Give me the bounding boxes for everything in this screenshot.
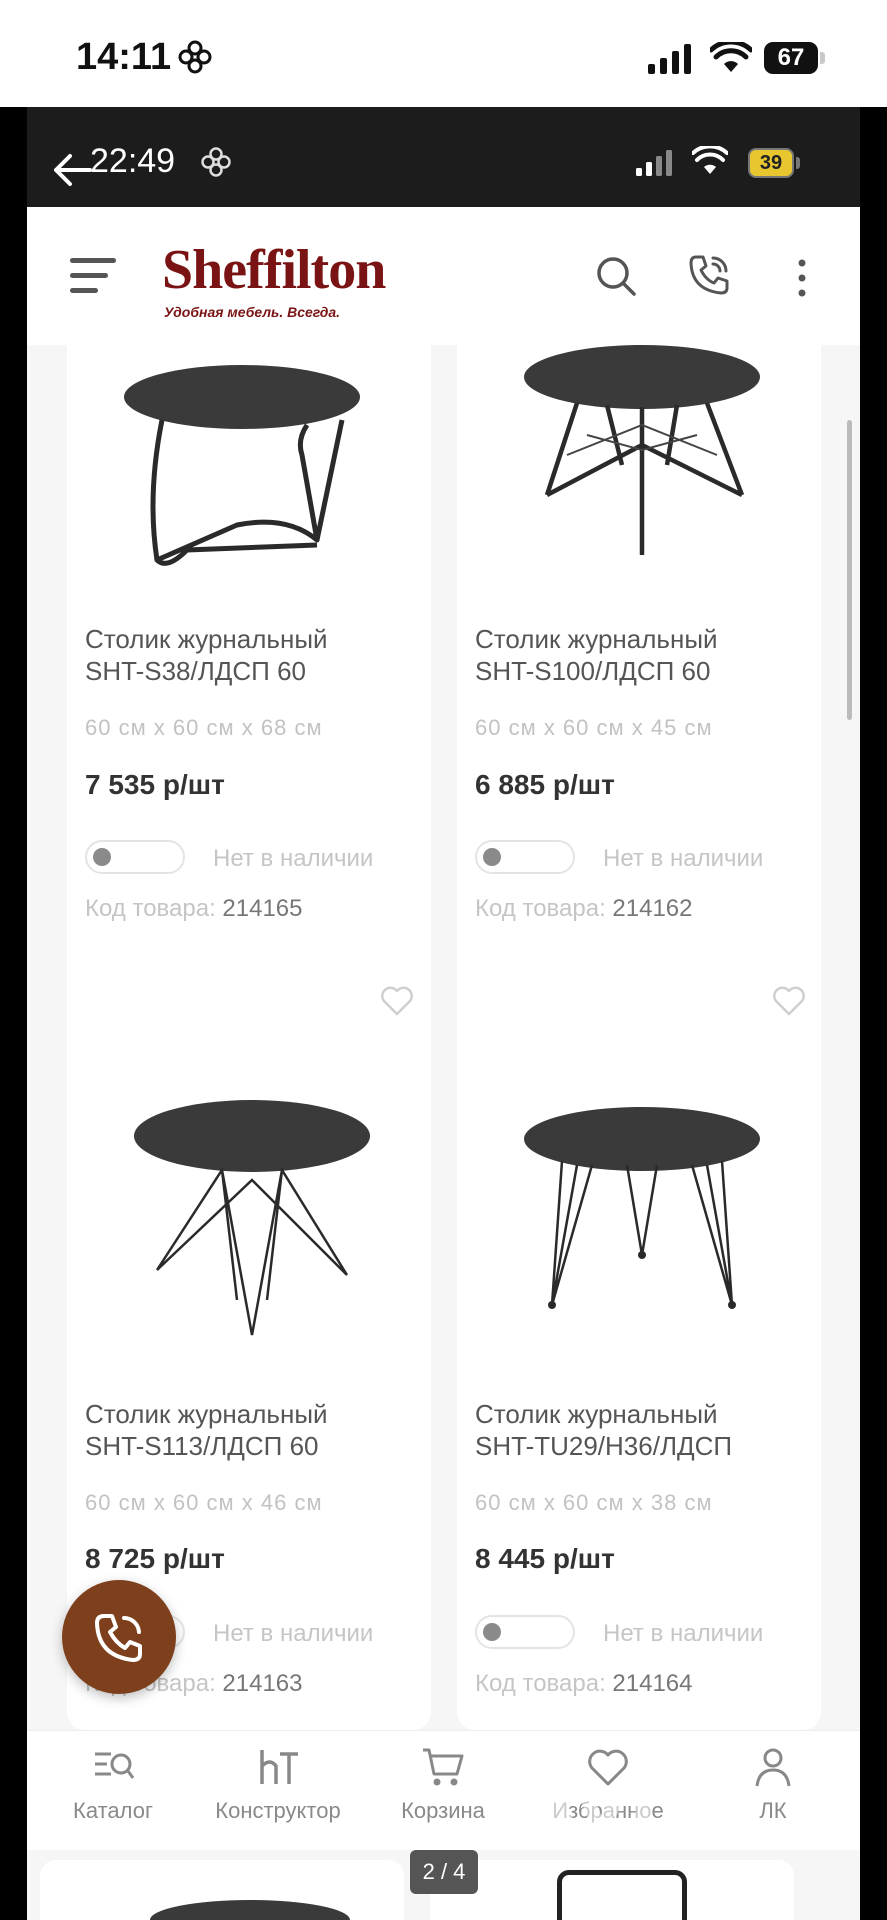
nav-catalog[interactable]: Каталог: [38, 1746, 188, 1836]
inner-time: 22:49: [90, 142, 176, 180]
call-fab-button[interactable]: [62, 1580, 176, 1694]
back-arrow-icon[interactable]: [50, 148, 94, 192]
product-price: 7 535 р/шт: [85, 769, 225, 800]
availability-toggle[interactable]: [85, 840, 185, 874]
battery-icon: 67: [764, 42, 826, 74]
product-title-line2: SHT-TU29/H36/ЛДСП: [475, 1431, 733, 1461]
product-image: [524, 345, 760, 555]
product-title-line1: Столик журнальный: [85, 624, 328, 654]
nav-constructor[interactable]: Конструктор: [203, 1746, 353, 1836]
phone-icon[interactable]: [686, 252, 732, 298]
scrollbar[interactable]: [847, 420, 852, 720]
favorite-heart-icon[interactable]: [771, 985, 807, 1017]
search-icon[interactable]: [594, 254, 638, 298]
product-price: 8 725 р/шт: [85, 1543, 225, 1574]
more-vertical-icon[interactable]: [792, 256, 812, 300]
product-title: Столик журнальный SHT-S100/ЛДСП 60: [475, 623, 718, 687]
product-dims: 60 см x 60 см x 45 см: [475, 715, 713, 740]
availability-toggle[interactable]: [475, 1615, 575, 1649]
battery-level: 39: [759, 152, 783, 174]
product-code-label: Код товара:: [85, 895, 216, 922]
cart-icon: [423, 1748, 464, 1786]
product-title: Столик журнальный SHT-TU29/H36/ЛДСП: [475, 1398, 732, 1462]
product-image: [124, 365, 360, 566]
os-time: 14:11: [76, 36, 172, 78]
app-header: [27, 207, 860, 345]
product-image: [134, 1100, 370, 1336]
frame-left: [0, 107, 27, 1920]
logo[interactable]: Sheffilton Удобная мебель. Всегда.: [160, 238, 400, 328]
stock-status: Нет в наличии: [213, 1620, 374, 1647]
nav-label: Корзина: [401, 1798, 485, 1823]
product-code-value: 214165: [222, 895, 303, 922]
product-dims: 60 см x 60 см x 68 см: [85, 715, 323, 740]
frame-right: [860, 107, 887, 1920]
product-dims: 60 см x 60 см x 38 см: [475, 1490, 713, 1515]
product-dims: 60 см x 60 см x 46 см: [85, 1490, 323, 1515]
menu-icon[interactable]: [70, 256, 120, 296]
favorite-heart-icon[interactable]: [379, 985, 415, 1017]
product-title-line2: SHT-S100/ЛДСП 60: [475, 656, 711, 686]
nav-label: Каталог: [73, 1798, 153, 1823]
product-title-line1: Столик журнальный: [475, 1399, 718, 1429]
wifi-icon: [710, 42, 752, 72]
product-title-line1: Столик журнальный: [85, 1399, 328, 1429]
product-title-line1: Столик журнальный: [475, 624, 718, 654]
stock-status: Нет в наличии: [603, 845, 764, 872]
product-title: Столик журнальный SHT-S113/ЛДСП 60: [85, 1398, 328, 1462]
flower-icon: [201, 147, 231, 177]
signal-icon: [648, 44, 691, 74]
constructor-icon: [260, 1750, 298, 1784]
battery-icon: 39: [748, 148, 802, 178]
page-indicator: 2 / 4: [410, 1850, 478, 1894]
phone-icon: [95, 1614, 142, 1662]
product-code-label: Код товара:: [475, 895, 606, 922]
battery-level: 67: [777, 44, 805, 71]
product-code-value: 214164: [612, 1670, 693, 1697]
product-price: 6 885 р/шт: [475, 769, 615, 800]
flower-icon: [178, 40, 212, 74]
stock-status: Нет в наличии: [603, 1620, 764, 1647]
avito-watermark: Avito: [510, 1750, 757, 1853]
product-code: Код товара: 214164: [475, 1670, 693, 1698]
product-grid: Столик журнальный SHT-S38/ЛДСП 60 60 см …: [27, 345, 860, 1730]
product-title-line2: SHT-S38/ЛДСП 60: [85, 656, 306, 686]
catalog-search-icon: [95, 1752, 135, 1779]
product-code-value: 214162: [612, 895, 693, 922]
product-code-value: 214163: [222, 1670, 303, 1697]
availability-toggle[interactable]: [475, 840, 575, 874]
user-icon: [755, 1748, 791, 1787]
product-code-label: Код товара:: [475, 1670, 606, 1697]
logo-text: Sheffilton: [162, 239, 386, 301]
stock-status: Нет в наличии: [213, 845, 374, 872]
product-price: 8 445 р/шт: [475, 1543, 615, 1574]
product-title: Столик журнальный SHT-S38/ЛДСП 60: [85, 623, 328, 687]
nav-label: Конструктор: [215, 1798, 341, 1823]
nav-cart[interactable]: Корзина: [368, 1746, 518, 1836]
wifi-icon: [692, 146, 728, 174]
product-title-line2: SHT-S113/ЛДСП 60: [85, 1431, 319, 1461]
product-image: [524, 1107, 760, 1309]
logo-tagline: Удобная мебель. Всегда.: [164, 304, 341, 320]
product-code: Код товара: 214162: [475, 895, 693, 923]
product-code: Код товара: 214165: [85, 895, 303, 923]
signal-icon: [636, 150, 672, 176]
